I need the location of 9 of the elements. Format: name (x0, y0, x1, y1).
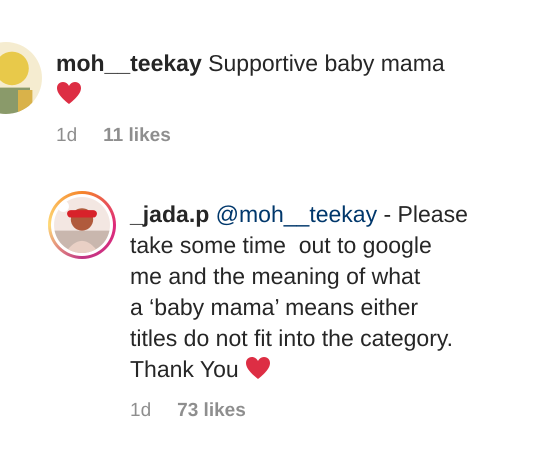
username-link[interactable]: moh__teekay (56, 50, 202, 76)
mention-link[interactable]: @moh__teekay (216, 201, 378, 227)
heart-icon (56, 81, 82, 105)
comment-time: 1d (56, 124, 78, 148)
username-link[interactable]: _jada.p (130, 201, 210, 227)
comment-text: _jada.p @moh__teekay - Please take some time out to google me and the meaning of what a ‘baby mama’ means either titles do not fit into the category. Thank You (130, 200, 468, 384)
comment-time: 1d (130, 399, 152, 423)
heart-icon (245, 356, 272, 380)
comment-text: moh__teekay Supportive baby mama (56, 48, 445, 110)
